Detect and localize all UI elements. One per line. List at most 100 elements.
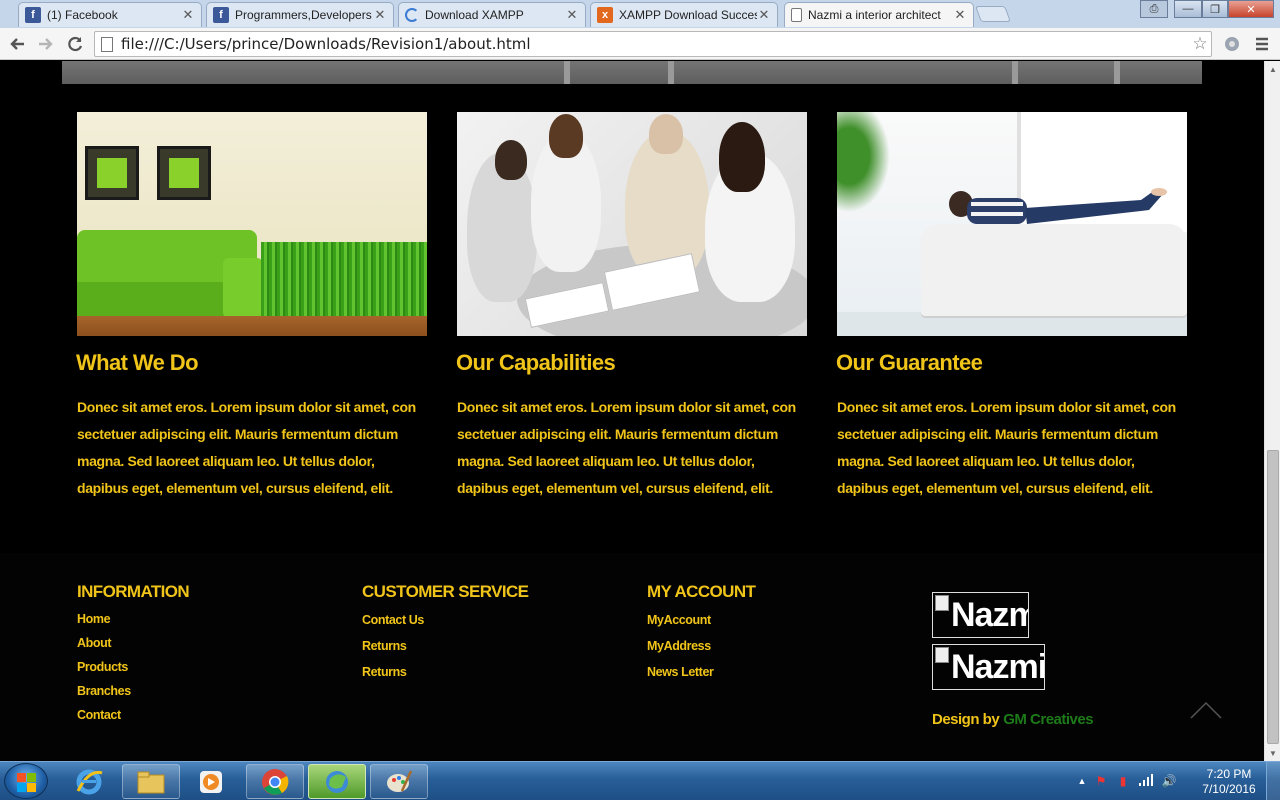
tab-nazmi[interactable]: Nazmi a interior architect ✕ [784, 2, 974, 27]
broken-logo-image: Nazm [932, 592, 1029, 638]
menu-icon[interactable] [1250, 32, 1274, 56]
taskbar-clock[interactable]: 7:20 PM 7/10/2016 [1196, 767, 1262, 797]
facebook-icon: f [25, 7, 41, 23]
start-button[interactable] [4, 763, 48, 799]
footer-link-my-address[interactable]: MyAddress [647, 639, 755, 655]
footer-link-newsletter[interactable]: News Letter [647, 665, 755, 681]
feature-title: Our Capabilities [456, 350, 616, 375]
page-icon [791, 8, 802, 22]
site-footer: INFORMATION Home About Products Branches… [0, 553, 1264, 761]
woman-on-sofa-image [837, 112, 1187, 336]
reload-icon [68, 36, 83, 52]
user-profile-button[interactable]: ⎙ [1140, 0, 1168, 18]
footer-link-contact[interactable]: Contact [77, 708, 189, 724]
green-sofa-room-image [77, 112, 427, 336]
tab-facebook[interactable]: f (1) Facebook ✕ [18, 2, 202, 27]
logo-alt-text: Nazmi [951, 647, 1045, 686]
reload-button[interactable] [63, 32, 87, 56]
arrow-left-icon [10, 38, 24, 50]
arrow-right-icon [39, 38, 53, 50]
media-player-icon[interactable] [182, 764, 240, 799]
vertical-scrollbar[interactable]: ▲ ▼ [1264, 61, 1280, 761]
windows-taskbar: ▲ ⚑ ▮ 🔊 7:20 PM 7/10/2016 [0, 761, 1280, 800]
browser-toolbar: file:///C:/Users/prince/Downloads/Revisi… [0, 28, 1280, 60]
internet-explorer-icon[interactable] [60, 764, 118, 799]
scrollbar-thumb[interactable] [1267, 450, 1279, 744]
volume-icon[interactable]: 🔊 [1158, 774, 1180, 788]
system-tray: ▲ ⚑ ▮ 🔊 [1074, 762, 1180, 800]
facebook-icon: f [213, 7, 229, 23]
loading-icon [405, 8, 419, 22]
footer-information: INFORMATION Home About Products Branches… [77, 582, 190, 724]
footer-link-products[interactable]: Products [77, 660, 189, 676]
feature-text: Donec sit amet eros. Lorem ipsum dolor s… [457, 399, 796, 496]
footer-link-about[interactable]: About [77, 636, 189, 652]
tab-title: Download XAMPP [425, 8, 524, 22]
footer-link-branches[interactable]: Branches [77, 684, 189, 700]
file-explorer-icon[interactable] [122, 764, 180, 799]
scroll-down-icon[interactable]: ▼ [1265, 745, 1280, 761]
maximize-button[interactable]: ❐ [1202, 0, 1228, 18]
xampp-icon: x [597, 7, 613, 23]
tab-title: Nazmi a interior architect [808, 8, 941, 22]
close-icon[interactable]: ✕ [953, 7, 967, 23]
feature-our-capabilities: Our Capabilities Donec sit amet eros. Lo… [456, 112, 807, 502]
footer-link-contact-us[interactable]: Contact Us [362, 613, 528, 629]
tab-strip: f (1) Facebook ✕ f Programmers,Developer… [0, 0, 1280, 28]
chrome-icon[interactable] [246, 764, 304, 799]
extension-icon[interactable] [1220, 32, 1244, 56]
broken-logo-image: Nazmi [932, 644, 1045, 690]
close-icon[interactable]: ✕ [181, 7, 195, 23]
paint-icon[interactable] [370, 764, 428, 799]
feature-text: Donec sit amet eros. Lorem ipsum dolor s… [77, 399, 416, 496]
tab-download-xampp[interactable]: Download XAMPP ✕ [398, 2, 586, 27]
new-tab-button[interactable] [975, 6, 1011, 22]
credit-link[interactable]: GM Creatives [1003, 711, 1093, 728]
tab-title: Programmers,Developers [235, 8, 372, 22]
download-manager-icon[interactable] [308, 764, 366, 799]
power-icon[interactable]: ▮ [1112, 774, 1134, 788]
feature-what-we-do: What We Do Donec sit amet eros. Lorem ip… [76, 112, 427, 502]
forward-button[interactable] [34, 32, 58, 56]
credit-prefix: Design by [932, 711, 1000, 728]
broken-image-icon [935, 595, 949, 611]
tab-title: XAMPP Download Succes [619, 8, 757, 22]
footer-heading: INFORMATION [77, 582, 190, 601]
feature-title: What We Do [76, 350, 199, 375]
close-window-button[interactable]: ✕ [1228, 0, 1274, 18]
action-center-flag-icon[interactable]: ⚑ [1090, 774, 1112, 788]
feature-title: Our Guarantee [836, 350, 983, 375]
footer-link-returns[interactable]: Returns [362, 639, 528, 655]
close-icon[interactable]: ✕ [757, 7, 771, 23]
business-meeting-image [457, 112, 807, 336]
address-url[interactable]: file:///C:/Users/prince/Downloads/Revisi… [121, 35, 1189, 53]
page-content: What We Do Donec sit amet eros. Lorem ip… [0, 61, 1264, 761]
broken-image-icon [935, 647, 949, 663]
feature-our-guarantee: Our Guarantee Donec sit amet eros. Lorem… [836, 112, 1187, 502]
network-signal-icon[interactable] [1134, 773, 1158, 789]
minimize-button[interactable]: — [1174, 0, 1202, 18]
design-credit: Design by GM Creatives [932, 711, 1094, 728]
tab-xampp-success[interactable]: x XAMPP Download Succes ✕ [590, 2, 778, 27]
address-bar[interactable]: file:///C:/Users/prince/Downloads/Revisi… [94, 31, 1212, 57]
close-icon[interactable]: ✕ [373, 7, 387, 23]
show-desktop-button[interactable] [1266, 762, 1280, 800]
back-button[interactable] [5, 32, 29, 56]
scroll-to-top-icon[interactable] [1190, 701, 1222, 719]
bookmark-star-icon[interactable]: ☆ [1189, 34, 1211, 54]
clock-date: 7/10/2016 [1202, 782, 1256, 796]
show-hidden-icons-icon[interactable]: ▲ [1074, 776, 1090, 786]
scroll-up-icon[interactable]: ▲ [1265, 61, 1280, 77]
footer-link-my-account[interactable]: MyAccount [647, 613, 755, 629]
close-icon[interactable]: ✕ [565, 7, 579, 23]
tab-programmers[interactable]: f Programmers,Developers ✕ [206, 2, 394, 27]
feature-text: Donec sit amet eros. Lorem ipsum dolor s… [837, 399, 1176, 496]
clock-time: 7:20 PM [1206, 767, 1252, 781]
logo-alt-text: Nazm [951, 595, 1028, 634]
footer-customer-service: CUSTOMER SERVICE Contact Us Returns Retu… [362, 582, 529, 681]
footer-link-returns[interactable]: Returns [362, 665, 528, 681]
footer-heading: CUSTOMER SERVICE [362, 582, 529, 601]
hero-image-bottom [62, 61, 1202, 84]
tab-title: (1) Facebook [47, 8, 118, 22]
footer-link-home[interactable]: Home [77, 612, 189, 628]
